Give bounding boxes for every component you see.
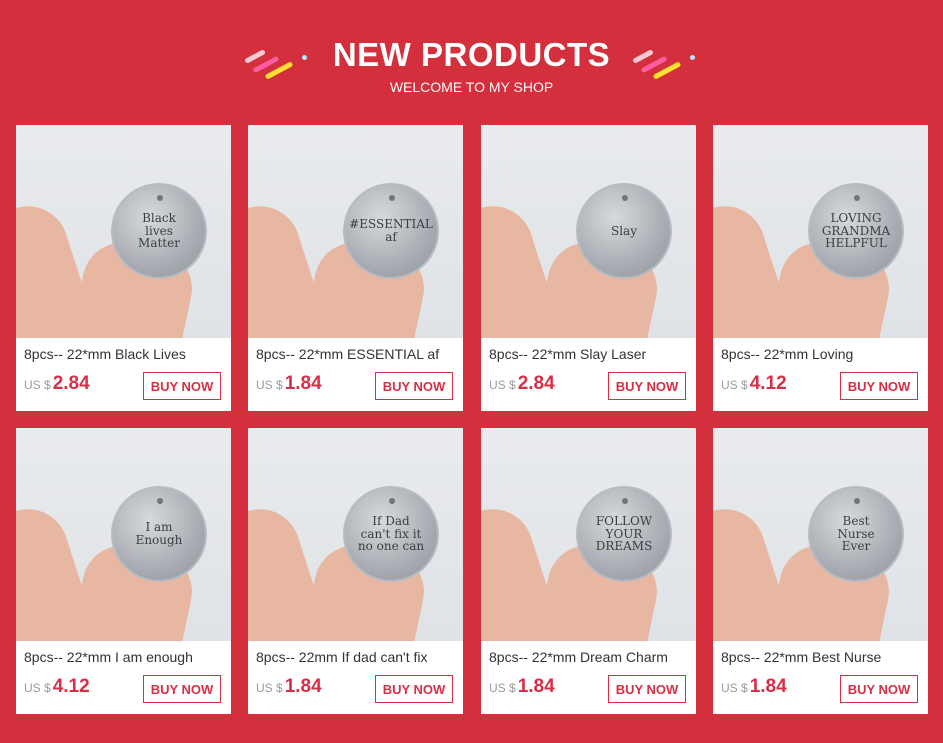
product-image[interactable]: Best Nurse Ever: [713, 428, 928, 641]
decorative-stripes-icon: [628, 44, 698, 84]
charm-engraving: #ESSENTIAL af: [349, 217, 433, 244]
charm-pendant-image: I am Enough: [111, 486, 207, 582]
currency-label: US $: [256, 378, 283, 392]
product-name[interactable]: 8pcs-- 22*mm Best Nurse: [721, 649, 921, 665]
charm-pendant-image: LOVING GRANDMA HELPFUL: [808, 183, 904, 279]
price-value: 4.12: [52, 676, 90, 697]
product-image[interactable]: FOLLOW YOUR DREAMS: [481, 428, 696, 641]
price: US $1.84: [489, 676, 555, 698]
buy-now-button[interactable]: BUY NOW: [375, 675, 453, 703]
charm-pendant-image: If Dad can't fix it no one can: [343, 486, 439, 582]
buy-now-button[interactable]: BUY NOW: [375, 372, 453, 400]
charm-pendant-image: #ESSENTIAL af: [343, 183, 439, 279]
product-image[interactable]: If Dad can't fix it no one can: [248, 428, 463, 641]
price-value: 2.84: [52, 373, 90, 394]
product-name[interactable]: 8pcs-- 22*mm Loving: [721, 346, 921, 362]
price: US $4.12: [721, 373, 787, 395]
price-value: 1.84: [749, 676, 787, 697]
product-name[interactable]: 8pcs-- 22*mm ESSENTIAL af: [256, 346, 456, 362]
charm-engraving: Black lives Matter: [138, 211, 180, 251]
product-image[interactable]: Slay: [481, 125, 696, 338]
product-image[interactable]: Black lives Matter: [16, 125, 231, 338]
product-name[interactable]: 8pcs-- 22*mm Dream Charm: [489, 649, 689, 665]
price: US $2.84: [489, 373, 555, 395]
product-card[interactable]: #ESSENTIAL af 8pcs-- 22*mm ESSENTIAL af …: [248, 125, 463, 411]
charm-engraving: LOVING GRANDMA HELPFUL: [821, 211, 891, 251]
product-card[interactable]: Best Nurse Ever 8pcs-- 22*mm Best Nurse …: [713, 428, 928, 714]
price-value: 1.84: [517, 676, 555, 697]
price: US $1.84: [721, 676, 787, 698]
price-value: 4.12: [749, 373, 787, 394]
product-name[interactable]: 8pcs-- 22mm If dad can't fix: [256, 649, 456, 665]
product-name[interactable]: 8pcs-- 22*mm I am enough: [24, 649, 224, 665]
charm-pendant-image: Best Nurse Ever: [808, 486, 904, 582]
price: US $1.84: [256, 676, 322, 698]
currency-label: US $: [24, 378, 51, 392]
product-card[interactable]: If Dad can't fix it no one can 8pcs-- 22…: [248, 428, 463, 714]
page-title: NEW PRODUCTS: [332, 36, 611, 73]
charm-engraving: FOLLOW YOUR DREAMS: [595, 514, 653, 554]
product-image[interactable]: I am Enough: [16, 428, 231, 641]
price-value: 2.84: [517, 373, 555, 394]
charm-engraving: If Dad can't fix it no one can: [357, 514, 425, 554]
product-card[interactable]: FOLLOW YOUR DREAMS 8pcs-- 22*mm Dream Ch…: [481, 428, 696, 714]
charm-pendant-image: Black lives Matter: [111, 183, 207, 279]
charm-pendant-image: FOLLOW YOUR DREAMS: [576, 486, 672, 582]
price-value: 1.84: [284, 373, 322, 394]
buy-now-button[interactable]: BUY NOW: [840, 675, 918, 703]
shop-header: NEW PRODUCTS WELCOME TO MY SHOP: [0, 0, 943, 110]
buy-now-button[interactable]: BUY NOW: [608, 372, 686, 400]
product-card[interactable]: LOVING GRANDMA HELPFUL 8pcs-- 22*mm Lovi…: [713, 125, 928, 411]
currency-label: US $: [721, 378, 748, 392]
product-card[interactable]: I am Enough 8pcs-- 22*mm I am enough US …: [16, 428, 231, 714]
buy-now-button[interactable]: BUY NOW: [840, 372, 918, 400]
buy-now-button[interactable]: BUY NOW: [608, 675, 686, 703]
charm-pendant-image: Slay: [576, 183, 672, 279]
product-card[interactable]: Black lives Matter 8pcs-- 22*mm Black Li…: [16, 125, 231, 411]
currency-label: US $: [489, 378, 516, 392]
price: US $4.12: [24, 676, 90, 698]
price: US $2.84: [24, 373, 90, 395]
product-image[interactable]: #ESSENTIAL af: [248, 125, 463, 338]
currency-label: US $: [24, 681, 51, 695]
currency-label: US $: [256, 681, 283, 695]
charm-engraving: Best Nurse Ever: [837, 514, 875, 554]
charm-engraving: Slay: [611, 223, 637, 238]
page-subtitle: WELCOME TO MY SHOP: [389, 79, 554, 95]
product-name[interactable]: 8pcs-- 22*mm Slay Laser: [489, 346, 689, 362]
currency-label: US $: [489, 681, 516, 695]
price-value: 1.84: [284, 676, 322, 697]
product-image[interactable]: LOVING GRANDMA HELPFUL: [713, 125, 928, 338]
buy-now-button[interactable]: BUY NOW: [143, 372, 221, 400]
price: US $1.84: [256, 373, 322, 395]
buy-now-button[interactable]: BUY NOW: [143, 675, 221, 703]
charm-engraving: I am Enough: [135, 520, 183, 547]
product-name[interactable]: 8pcs-- 22*mm Black Lives: [24, 346, 224, 362]
product-card[interactable]: Slay 8pcs-- 22*mm Slay Laser US $2.84 BU…: [481, 125, 696, 411]
currency-label: US $: [721, 681, 748, 695]
